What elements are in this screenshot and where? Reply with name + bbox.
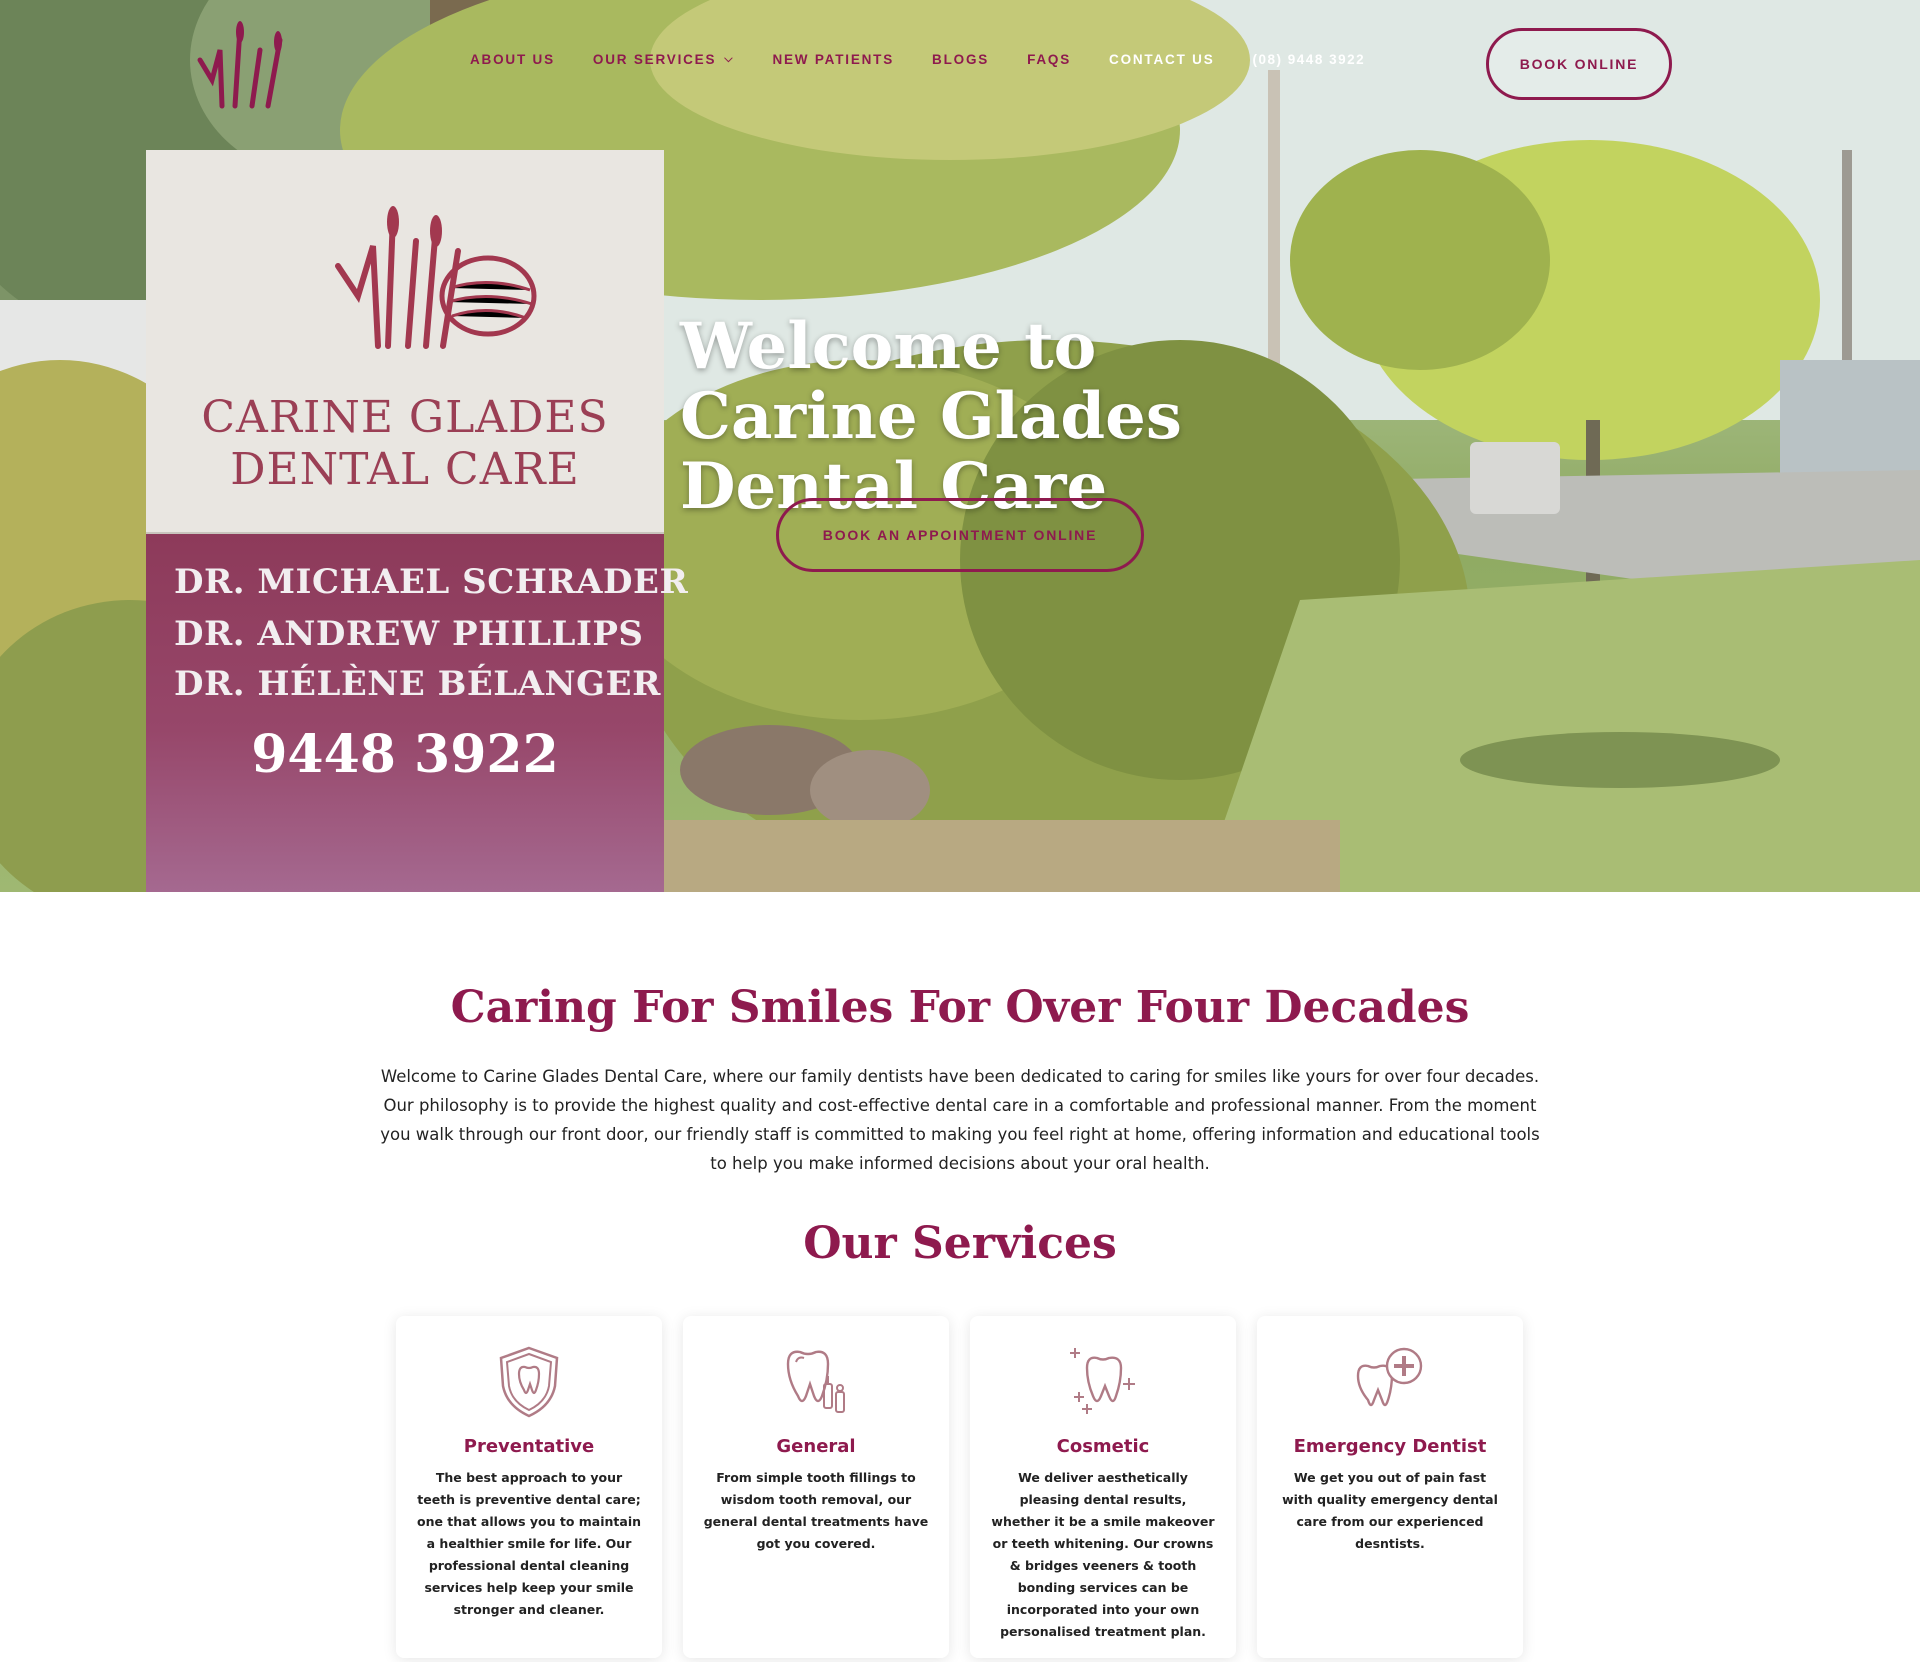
sign-name-line1: CARINE GLADES <box>201 392 609 443</box>
service-card-cosmetic[interactable]: Cosmetic We deliver aesthetically pleasi… <box>970 1316 1236 1658</box>
sign-bottom-panel: DR. MICHAEL SCHRADER DR. ANDREW PHILLIPS… <box>146 534 688 892</box>
clinic-sign: CARINE GLADES DENTAL CARE DR. MICHAEL SC… <box>146 150 688 892</box>
hero-section: CARINE GLADES DENTAL CARE DR. MICHAEL SC… <box>0 0 1920 892</box>
sign-reeds-logo-icon <box>335 206 537 349</box>
sign-doctor: DR. ANDREW PHILLIPS <box>174 614 644 654</box>
service-card-title: General <box>776 1436 856 1457</box>
nav-label: OUR SERVICES <box>592 52 717 67</box>
services-cards: Preventative The best approach to your t… <box>396 1316 1523 1658</box>
nav-label: BLOGS <box>932 52 990 67</box>
nav-label: CONTACT US <box>1109 52 1215 67</box>
service-card-general[interactable]: General From simple tooth fillings to wi… <box>683 1316 949 1658</box>
nav-new-patients[interactable]: NEW PATIENTS <box>772 52 894 67</box>
site-logo-icon[interactable] <box>190 20 290 110</box>
chevron-down-icon: ⌵ <box>724 53 735 65</box>
service-card-text: We deliver aesthetically pleasing dental… <box>991 1470 1215 1639</box>
service-card-preventative[interactable]: Preventative The best approach to your t… <box>396 1316 662 1658</box>
nav-phone-link[interactable]: (08) 9448 3922 <box>1253 52 1366 67</box>
nav-faqs[interactable]: FAQS <box>1027 52 1071 67</box>
service-card-title: Emergency Dentist <box>1293 1436 1487 1457</box>
nav-label: FAQS <box>1027 52 1072 67</box>
sparkle-tooth-icon <box>1070 1348 1135 1414</box>
book-online-button[interactable]: BOOK ONLINE <box>1486 28 1672 100</box>
intro-title: Caring For Smiles For Over Four Decades <box>450 982 1470 1033</box>
nav-phone-label: (08) 9448 3922 <box>1252 52 1366 67</box>
hero-title: Welcome to Carine Glades Dental Care <box>680 309 1182 524</box>
nav-our-services[interactable]: OUR SERVICES ⌵ <box>593 52 735 67</box>
shield-tooth-icon <box>499 1346 559 1418</box>
service-card-text: We get you out of pain fast with quality… <box>1282 1470 1498 1551</box>
emergency-tooth-icon <box>1356 1347 1423 1407</box>
nav-label: NEW PATIENTS <box>772 52 895 67</box>
service-card-text: The best approach to your teeth is preve… <box>416 1470 642 1617</box>
intro-text: Welcome to Carine Glades Dental Care, wh… <box>380 1067 1540 1173</box>
sign-doctor: DR. HÉLÈNE BÉLANGER <box>174 664 661 704</box>
sign-name-line2: DENTAL CARE <box>230 444 580 495</box>
services-title: Our Services <box>803 1218 1117 1269</box>
sign-phone: 9448 3922 <box>251 724 559 785</box>
service-card-title: Preventative <box>463 1436 595 1457</box>
service-card-text: From simple tooth fillings to wisdom too… <box>703 1470 929 1551</box>
main-nav: ABOUT US OUR SERVICES ⌵ NEW PATIENTS BLOG… <box>470 52 1365 67</box>
service-card-title: Cosmetic <box>1056 1436 1150 1457</box>
nav-label: ABOUT US <box>470 52 555 67</box>
tooth-tools-icon <box>786 1350 845 1413</box>
nav-blogs[interactable]: BLOGS <box>932 52 989 67</box>
nav-contact-us[interactable]: CONTACT US <box>1109 52 1215 67</box>
book-appointment-button[interactable]: BOOK AN APPOINTMENT ONLINE <box>776 498 1144 572</box>
service-card-emergency[interactable]: Emergency Dentist We get you out of pain… <box>1257 1316 1523 1658</box>
sign-top-panel: CARINE GLADES DENTAL CARE <box>146 150 664 534</box>
sign-doctor: DR. MICHAEL SCHRADER <box>174 562 689 602</box>
nav-about-us[interactable]: ABOUT US <box>470 52 555 67</box>
